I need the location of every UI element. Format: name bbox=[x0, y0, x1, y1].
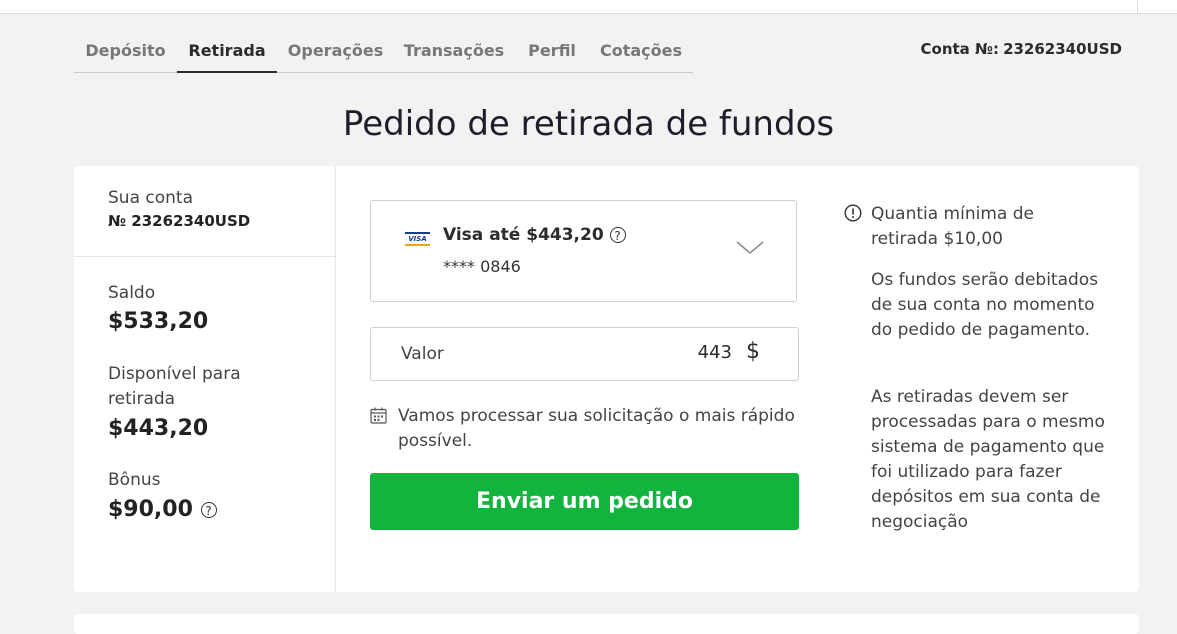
bonus-help-icon[interactable]: ? bbox=[200, 502, 217, 518]
calendar-icon bbox=[370, 407, 387, 424]
bonus-label: Bônus bbox=[108, 470, 161, 490]
account-indicator-number: 23262340USD bbox=[1003, 40, 1122, 58]
top-bar-divider bbox=[1137, 0, 1138, 13]
tab-bar: Depósito Retirada Operações Transações P… bbox=[74, 32, 693, 73]
page-title: Pedido de retirada de fundos bbox=[342, 104, 835, 144]
min-amount-note: Quantia mínima de retirada $10,00 bbox=[871, 204, 1034, 249]
withdrawal-card: Sua conta № 23262340USD Saldo $533,20 Di… bbox=[74, 166, 1139, 592]
submit-request-button[interactable]: Enviar um pedido bbox=[370, 473, 799, 530]
tab-deposito[interactable]: Depósito bbox=[74, 41, 177, 72]
same-system-note: As retiradas devem ser processadas para … bbox=[871, 387, 1105, 532]
amount-label: Valor bbox=[401, 344, 444, 364]
account-summary-panel: Sua conta № 23262340USD Saldo $533,20 Di… bbox=[74, 166, 336, 592]
next-card bbox=[74, 614, 1139, 634]
chevron-down-icon[interactable] bbox=[736, 241, 764, 255]
account-indicator: Conta №: 23262340USD bbox=[921, 40, 1123, 58]
available-label: Disponível para retirada bbox=[108, 364, 241, 409]
currency-symbol: $ bbox=[746, 339, 760, 364]
tab-transacoes[interactable]: Transações bbox=[400, 41, 508, 72]
payment-method-name: Visa até $443,20 bbox=[443, 225, 604, 245]
processing-text: Vamos processar sua solicitação o mais r… bbox=[398, 406, 795, 451]
tab-retirada[interactable]: Retirada bbox=[177, 41, 277, 73]
account-number: № 23262340USD bbox=[108, 212, 251, 230]
available-value: $443,20 bbox=[108, 416, 209, 441]
payment-method-help-icon[interactable]: ? bbox=[609, 227, 626, 243]
tab-operacoes[interactable]: Operações bbox=[283, 41, 388, 72]
payment-method-row: Visa até $443,20 ? bbox=[443, 225, 626, 245]
balance-label: Saldo bbox=[108, 283, 156, 303]
tab-perfil[interactable]: Perfil bbox=[522, 41, 582, 72]
tab-cotacoes[interactable]: Cotações bbox=[596, 41, 686, 72]
account-label: Sua conta bbox=[108, 188, 193, 208]
payment-card-mask: **** 0846 bbox=[443, 257, 521, 276]
top-bar bbox=[0, 0, 1177, 14]
debit-note: Os fundos serão debitados de sua conta n… bbox=[871, 270, 1099, 340]
visa-logo: VISA bbox=[405, 232, 430, 246]
bonus-row: $90,00 ? bbox=[108, 497, 217, 522]
account-indicator-label: Conta №: bbox=[920, 40, 1000, 58]
payment-method-select[interactable]: VISA Visa até $443,20 ? **** 0846 bbox=[370, 200, 797, 302]
bonus-value: $90,00 bbox=[108, 497, 193, 522]
exclamation-circle-icon bbox=[844, 204, 862, 222]
amount-input[interactable] bbox=[612, 342, 732, 363]
amount-field: Valor $ bbox=[370, 327, 799, 381]
account-box: Sua conta № 23262340USD bbox=[74, 166, 335, 257]
balance-value: $533,20 bbox=[108, 309, 209, 334]
